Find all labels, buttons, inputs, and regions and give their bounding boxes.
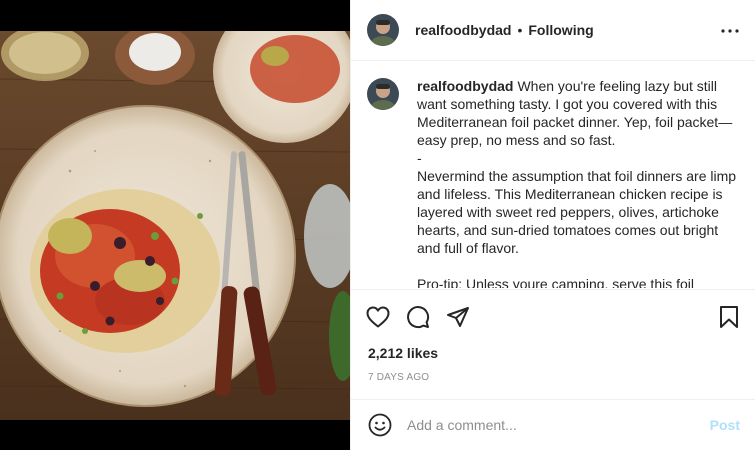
header-separator: • (517, 22, 523, 38)
post-panel: realfoodbydad • Following realfoodbydad W… (350, 0, 755, 450)
caption-text: realfoodbydad When you're feeling lazy bu… (417, 77, 741, 288)
comment-button[interactable] (405, 304, 431, 330)
save-button[interactable] (716, 304, 742, 330)
comment-bar: Post (351, 399, 755, 450)
more-options-button[interactable] (718, 19, 742, 43)
following-button[interactable]: Following (528, 22, 593, 38)
author-username[interactable]: realfoodbydad (415, 22, 511, 38)
post-dialog: realfoodbydad • Following realfoodbydad W… (0, 0, 755, 450)
food-photo (0, 31, 350, 420)
comment-input[interactable] (407, 417, 710, 433)
heart-icon (366, 306, 390, 328)
share-icon (447, 307, 469, 327)
emoji-icon (368, 413, 392, 437)
likes-count[interactable]: 2,212 likes (368, 345, 438, 361)
action-bar (351, 289, 755, 343)
like-button[interactable] (365, 304, 391, 330)
caption-line: Pro-tip: Unless youre camping, serve thi… (417, 276, 694, 288)
more-horizontal-icon (721, 29, 739, 33)
post-header: realfoodbydad • Following (351, 0, 755, 61)
bookmark-icon (720, 306, 738, 328)
caption-line: Nevermind the assumption that foil dinne… (417, 168, 737, 256)
caption-area: realfoodbydad When you're feeling lazy bu… (351, 62, 755, 288)
emoji-button[interactable] (367, 412, 393, 438)
caption-avatar[interactable] (367, 78, 399, 110)
post-comment-button[interactable]: Post (710, 417, 740, 433)
avatar[interactable] (367, 14, 399, 46)
caption-line: realfoodbydad When you're feeling lazy bu… (417, 78, 733, 148)
caption-line: - (417, 150, 422, 166)
comment-icon (407, 306, 430, 329)
share-button[interactable] (445, 304, 471, 330)
post-media[interactable] (0, 0, 350, 450)
caption-username[interactable]: realfoodbydad (417, 78, 513, 94)
post-timestamp[interactable]: 7 DAYS AGO (368, 372, 429, 383)
